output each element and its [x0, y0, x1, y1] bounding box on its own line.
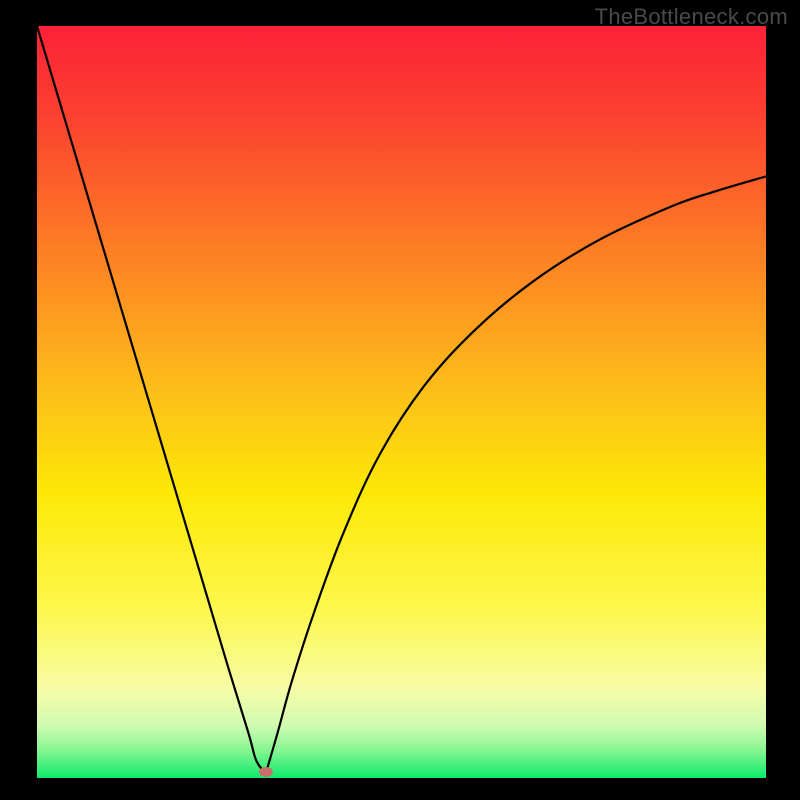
bottleneck-chart: [37, 26, 766, 778]
minimum-marker: [259, 767, 273, 777]
gradient-bg: [37, 26, 766, 778]
chart-svg: [37, 26, 766, 778]
watermark-text: TheBottleneck.com: [595, 4, 788, 30]
chart-frame: TheBottleneck.com: [0, 0, 800, 800]
